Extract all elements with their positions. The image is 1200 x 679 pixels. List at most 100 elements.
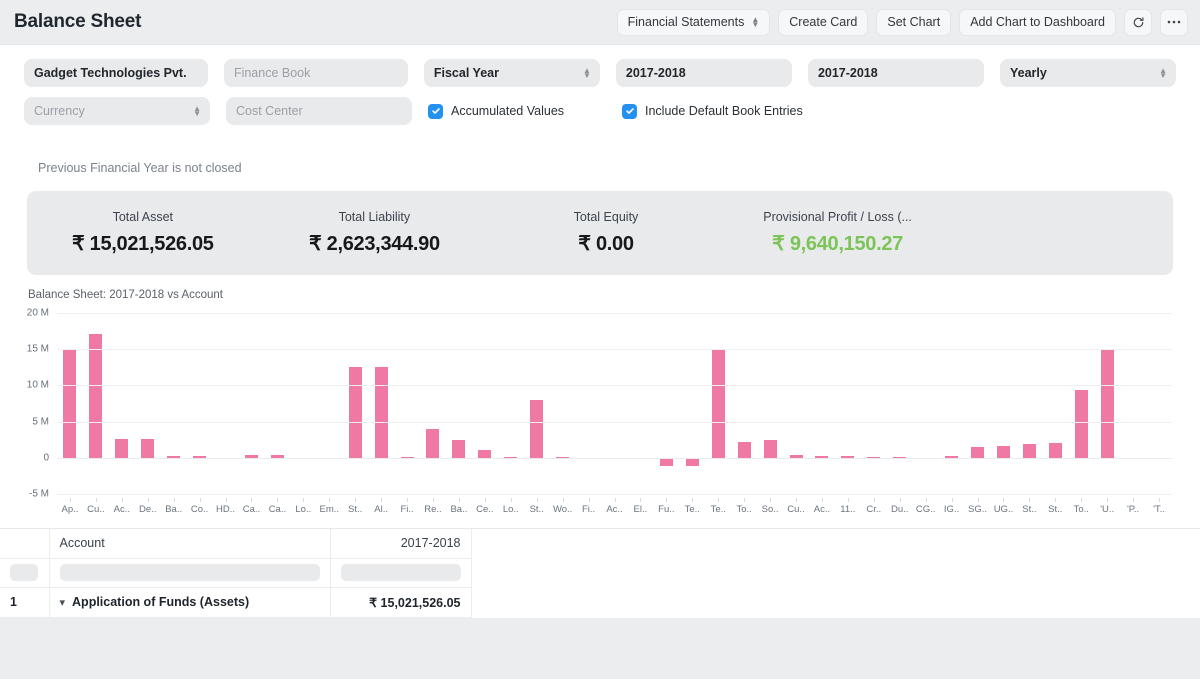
filter-to-fiscal-year[interactable]: 2017-2018 [807,59,984,87]
checkbox-accumulated-values[interactable]: Accumulated Values [428,103,606,119]
filter-finance-book[interactable]: Finance Book [223,59,408,87]
chart-x-tick-label: Ba.. [450,504,468,515]
chart-x-tick-mark [796,498,797,502]
col-2017-2018[interactable]: 2017-2018 [330,529,472,559]
create-card-button[interactable]: Create Card [778,8,869,36]
chart-x-tick-label: St.. [348,504,363,515]
more-options-button[interactable] [1160,8,1188,36]
chart-bar[interactable] [478,449,492,458]
chart-bar[interactable] [659,457,673,467]
filter-row-1: Gadget Technologies Pvt. Finance Book Fi… [24,59,1176,87]
chart-bar[interactable] [530,399,544,458]
filter-cost-center-value: Cost Center [236,104,303,118]
chart-bar[interactable] [452,440,466,458]
financial-statements-select[interactable]: Financial Statements ▲ ▼ [616,8,771,36]
chart-x-tick-label: 'U.. [1100,504,1115,515]
filter-period-basis-value: Fiscal Year [433,66,499,80]
chart-bar[interactable] [63,349,77,458]
chart-bar[interactable] [685,457,699,467]
filter-company-value: Gadget Technologies Pvt. [34,66,187,80]
notice-message: Previous Financial Year is not closed [0,145,1200,175]
row-account[interactable]: ▾ Application of Funds (Assets) [49,587,331,618]
chart-y-tick-label: 20 M [26,307,49,319]
set-chart-button[interactable]: Set Chart [876,8,952,36]
chart-x-tick-mark [147,498,149,502]
filter-input-index[interactable] [10,564,38,581]
chart-x-tick-label: Fi.. [400,504,414,515]
filter-input-value[interactable] [340,564,461,581]
filter-from-fiscal-year-value: 2017-2018 [625,66,686,80]
summary-item-total-equity: Total Equity ₹ 0.00 [490,210,722,256]
report-body: Gadget Technologies Pvt. Finance Book Fi… [0,44,1200,618]
chart-bar[interactable] [996,446,1010,458]
filter-period-basis[interactable]: Fiscal Year ▲ ▼ [423,59,600,87]
chevron-down-icon[interactable]: ▾ [60,596,66,609]
chart-x-tick-label: IG.. [943,504,960,515]
add-chart-to-dashboard-button[interactable]: Add Chart to Dashboard [959,8,1116,36]
table-filter-row [0,558,472,588]
chart-x-tick-label: HD.. [216,504,236,515]
chart-x-tick-label: To.. [1073,504,1089,515]
summary-item-total-asset: Total Asset ₹ 15,021,526.05 [27,210,259,256]
chart-x-tick-mark [770,498,772,502]
chart-x-tick-label: De.. [139,504,157,515]
chart-x-tick-label: Cu.. [787,504,805,515]
chart-bar[interactable] [1022,444,1036,458]
chart-x-tick-mark [1055,498,1057,502]
checkbox-include-default-book-entries[interactable]: Include Default Book Entries [622,103,803,119]
chart-plot-area: 20 M 15 M 10 M 5 M 0 -5 M [27,308,1172,500]
summary-label: Total Liability [338,210,411,224]
chart-bar[interactable] [1100,349,1114,458]
chart-gridline: 15 M [27,344,1172,355]
chart-bar[interactable] [763,440,777,458]
chart-x-tick-label: Re.. [424,504,442,515]
chart-x-tick-label: Cu.. [87,504,105,515]
filter-periodicity[interactable]: Yearly ▲ ▼ [999,59,1176,87]
row-index: 1 [0,587,50,618]
summary-item-total-liability: Total Liability ₹ 2,623,344.90 [259,210,491,256]
checkmark-icon [428,103,443,119]
table-header-row: Account 2017-2018 [0,529,472,559]
chart-bar[interactable] [426,428,440,458]
chart-section: Balance Sheet: 2017-2018 vs Account 20 M… [0,275,1200,528]
filter-section: Gadget Technologies Pvt. Finance Book Fi… [0,45,1200,145]
chart-x-tick-mark [355,498,357,502]
chart-y-tick-label: 5 M [32,416,49,428]
chart-x-tick-mark [251,498,253,502]
filter-company[interactable]: Gadget Technologies Pvt. [24,59,208,87]
chart-x-tick-mark [744,498,746,502]
chart-y-tick-label: -5 M [29,488,49,500]
refresh-button[interactable] [1124,8,1152,36]
chart-bar[interactable] [711,349,725,458]
chart-x-tick-mark [640,498,642,502]
chart-x-tick-label: Ac.. [113,504,130,515]
chart-x-tick-mark [95,498,97,502]
chart-bar[interactable] [89,334,103,458]
filter-cell-value [330,558,472,588]
chart-gridline: 10 M [27,380,1172,391]
chart-x-tick-mark [1133,498,1135,502]
chart-y-tick-label: 15 M [26,343,49,355]
chart-bar[interactable] [1074,389,1088,458]
filter-finance-book-value: Finance Book [233,66,311,80]
chart-bar[interactable] [141,438,155,458]
col-index [0,529,50,559]
filter-cost-center[interactable]: Cost Center [226,97,412,125]
chart-x-tick-mark [692,498,694,502]
chart-x-tick-label: Lo.. [502,504,519,515]
chart-bar[interactable] [971,447,985,458]
filter-currency[interactable]: Currency ▲ ▼ [24,97,210,125]
chart-gridline: 0 [43,452,1172,463]
filter-input-account[interactable] [59,564,320,581]
chart-bar[interactable] [1048,442,1062,458]
chart-bar[interactable] [115,438,129,458]
filter-from-fiscal-year[interactable]: 2017-2018 [615,59,792,87]
row-account-label: Application of Funds (Assets) [72,595,250,609]
col-account[interactable]: Account [49,529,331,559]
table-row[interactable]: 1 ▾ Application of Funds (Assets) ₹ 15,02… [0,587,472,618]
chart-x-tick-mark [199,498,201,502]
chart-bar[interactable] [374,366,388,458]
chart-bar[interactable] [348,366,362,458]
chart-x-tick-label: UG.. [993,504,1014,515]
chart-bar[interactable] [737,442,751,458]
